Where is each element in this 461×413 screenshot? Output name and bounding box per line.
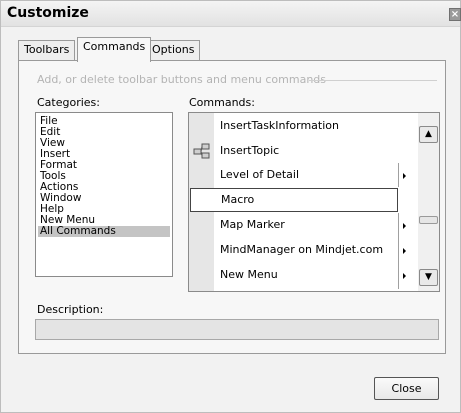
close-icon[interactable]: × bbox=[449, 8, 461, 21]
submenu-arrow-icon bbox=[403, 223, 406, 229]
dialog-title: Customize bbox=[7, 5, 89, 21]
description-label: Description: bbox=[37, 303, 104, 316]
commands-scrollbar[interactable]: ▲ ▼ bbox=[418, 113, 439, 291]
scroll-thumb[interactable] bbox=[419, 216, 438, 224]
command-item-level-of-detail[interactable]: Level of Detail bbox=[189, 163, 399, 187]
customize-dialog: Customize × Toolbars Commands Options Ad… bbox=[0, 0, 461, 413]
category-item-all-commands[interactable]: All Commands bbox=[38, 226, 170, 237]
command-label: New Menu bbox=[220, 268, 278, 281]
tab-commands[interactable]: Commands bbox=[77, 37, 152, 62]
command-item-map-marker[interactable]: Map Marker bbox=[189, 213, 399, 237]
command-label: InsertTopic bbox=[220, 144, 280, 157]
command-item-inserttopic[interactable]: InsertTopic bbox=[189, 139, 399, 163]
command-label: Macro bbox=[221, 193, 255, 206]
command-label: MindManager on Mindjet.com bbox=[220, 243, 384, 256]
categories-label: Categories: bbox=[37, 96, 100, 109]
command-item-new-menu[interactable]: New Menu bbox=[189, 263, 399, 287]
submenu-arrow-icon bbox=[403, 273, 406, 279]
title-bar[interactable]: Customize × bbox=[1, 1, 461, 27]
command-item-inserttaskinformation[interactable]: InsertTaskInformation bbox=[189, 114, 399, 138]
commands-list[interactable]: InsertTaskInformation InsertTopic Level … bbox=[188, 112, 440, 292]
command-label: Level of Detail bbox=[220, 168, 300, 181]
scroll-up-icon[interactable]: ▲ bbox=[419, 126, 438, 143]
hint-text: Add, or delete toolbar buttons and menu … bbox=[37, 73, 327, 86]
close-button[interactable]: Close bbox=[374, 377, 439, 400]
command-label: InsertTaskInformation bbox=[220, 119, 339, 132]
commands-tab-panel: Add, or delete toolbar buttons and menu … bbox=[18, 60, 446, 354]
insert-topic-icon bbox=[193, 143, 210, 159]
scroll-down-icon[interactable]: ▼ bbox=[419, 269, 438, 286]
tab-options[interactable]: Options bbox=[146, 40, 201, 61]
description-field bbox=[35, 319, 439, 340]
commands-label: Commands: bbox=[189, 96, 255, 109]
submenu-arrow-icon bbox=[403, 173, 406, 179]
hint-divider bbox=[309, 80, 437, 81]
submenu-divider bbox=[398, 163, 399, 187]
tab-toolbars[interactable]: Toolbars bbox=[18, 40, 76, 61]
command-item-mindmanager-on-mindjet[interactable]: MindManager on Mindjet.com bbox=[189, 238, 399, 262]
categories-list[interactable]: File Edit View Insert Format Tools Actio… bbox=[35, 112, 173, 277]
submenu-arrow-icon bbox=[403, 248, 406, 254]
command-item-macro[interactable]: Macro bbox=[190, 188, 398, 212]
command-label: Map Marker bbox=[220, 218, 285, 231]
submenu-divider bbox=[398, 213, 399, 289]
